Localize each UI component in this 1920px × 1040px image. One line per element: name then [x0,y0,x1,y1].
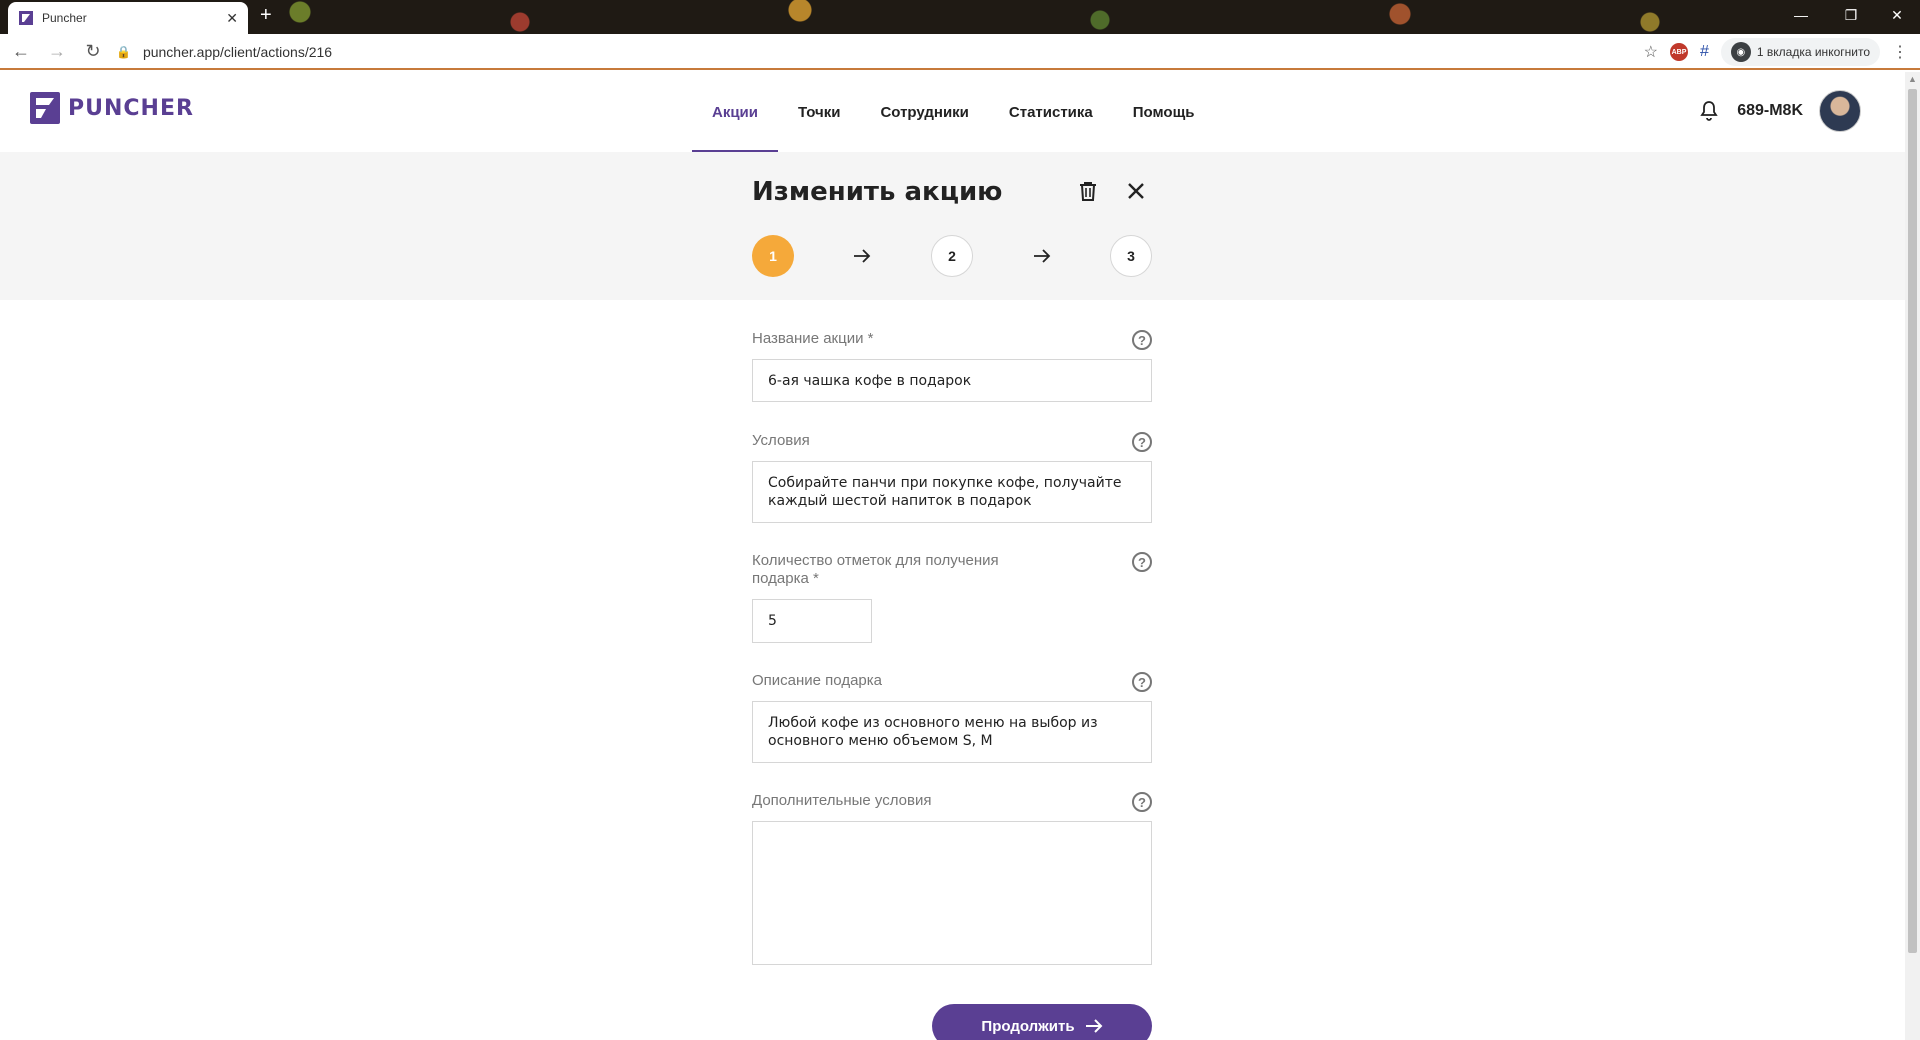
browser-menu-icon[interactable]: ⋮ [1892,42,1908,62]
help-icon[interactable]: ? [1132,330,1152,350]
action-name-label: Название акции * [752,330,874,347]
gift-description-label: Описание подарка [752,672,882,689]
page-title: Изменить акцию [752,177,1003,207]
help-icon[interactable]: ? [1132,792,1152,812]
step-3[interactable]: 3 [1110,235,1152,277]
incognito-label: 1 вкладка инкогнито [1756,45,1870,59]
punch-count-input[interactable]: 5 [752,599,872,643]
lock-icon: 🔒 [116,45,131,59]
punch-count-label: Количество отметок для получения подарка… [752,552,999,587]
nav-item-statistics[interactable]: Статистика [989,72,1113,152]
conditions-label: Условия [752,432,810,449]
puncher-logo-icon [30,92,60,124]
arrow-right-icon [1085,1019,1102,1033]
help-icon[interactable]: ? [1132,552,1152,572]
nav-item-points[interactable]: Точки [778,72,860,152]
help-icon[interactable]: ? [1132,672,1152,692]
app-header: PUNCHER Акции Точки Сотрудники Статистик… [0,72,1905,152]
tab-title: Puncher [42,11,87,25]
help-icon[interactable]: ? [1132,432,1152,452]
adblock-extension-icon[interactable]: ABP [1669,43,1688,61]
back-icon[interactable]: ← [6,36,36,66]
continue-button[interactable]: Продолжить [932,1004,1152,1040]
extra-conditions-textarea[interactable] [752,821,1152,965]
arrow-right-icon [854,249,871,263]
new-tab-icon[interactable]: + [260,4,272,27]
puncher-favicon-icon [19,11,33,25]
main-nav: Акции Точки Сотрудники Статистика Помощь [692,72,1214,152]
username[interactable]: 689-M8K [1737,102,1803,120]
logo[interactable]: PUNCHER [30,92,194,124]
reload-icon[interactable]: ↻ [78,36,108,66]
url-text: puncher.app/client/actions/216 [142,44,333,60]
conditions-textarea[interactable]: Собирайте панчи при покупке кофе, получа… [752,461,1152,523]
scroll-up-icon[interactable]: ▲ [1905,72,1920,87]
step-1[interactable]: 1 [752,235,794,277]
editor-header-band [0,152,1905,300]
action-name-input[interactable]: 6-ая чашка кофе в подарок [752,359,1152,402]
close-icon[interactable] [1125,180,1147,202]
nav-item-help[interactable]: Помощь [1113,72,1215,152]
scrollbar-thumb[interactable] [1908,89,1917,953]
grid-extension-icon[interactable]: # [1700,43,1709,61]
nav-item-employees[interactable]: Сотрудники [860,72,988,152]
gift-description-textarea[interactable]: Любой кофе из основного меню на выбор из… [752,701,1152,763]
logo-text: PUNCHER [68,95,194,121]
page-scrollbar[interactable]: ▲ [1905,72,1920,1040]
trash-icon[interactable] [1076,179,1100,203]
avatar[interactable] [1819,90,1861,132]
window-close-icon[interactable]: ✕ [1874,0,1920,30]
continue-label: Продолжить [981,1017,1075,1035]
restore-icon[interactable]: ❐ [1828,0,1874,30]
incognito-icon: ◉ [1730,42,1751,62]
tab-close-icon[interactable]: ✕ [226,10,238,27]
address-bar[interactable]: 🔒 puncher.app/client/actions/216 [116,38,1646,66]
minimize-icon[interactable]: — [1778,0,1824,30]
extra-conditions-label: Дополнительные условия [752,792,932,809]
forward-icon[interactable]: → [42,36,72,66]
notification-bell-icon[interactable] [1697,99,1721,123]
bookmark-star-icon[interactable]: ☆ [1644,42,1658,62]
browser-toolbar: ← → ↻ 🔒 puncher.app/client/actions/216 ☆… [0,34,1920,70]
nav-item-actions[interactable]: Акции [692,72,779,152]
step-indicator: 1 2 3 [752,235,1152,277]
user-area: 689-M8K [1697,90,1861,132]
incognito-indicator[interactable]: ◉ 1 вкладка инкогнито [1720,38,1880,66]
arrow-right-icon [1034,249,1051,263]
browser-tab[interactable]: Puncher ✕ [8,2,248,34]
step-2[interactable]: 2 [931,235,973,277]
browser-tabstrip: Puncher ✕ + — ❐ ✕ [0,0,1920,34]
